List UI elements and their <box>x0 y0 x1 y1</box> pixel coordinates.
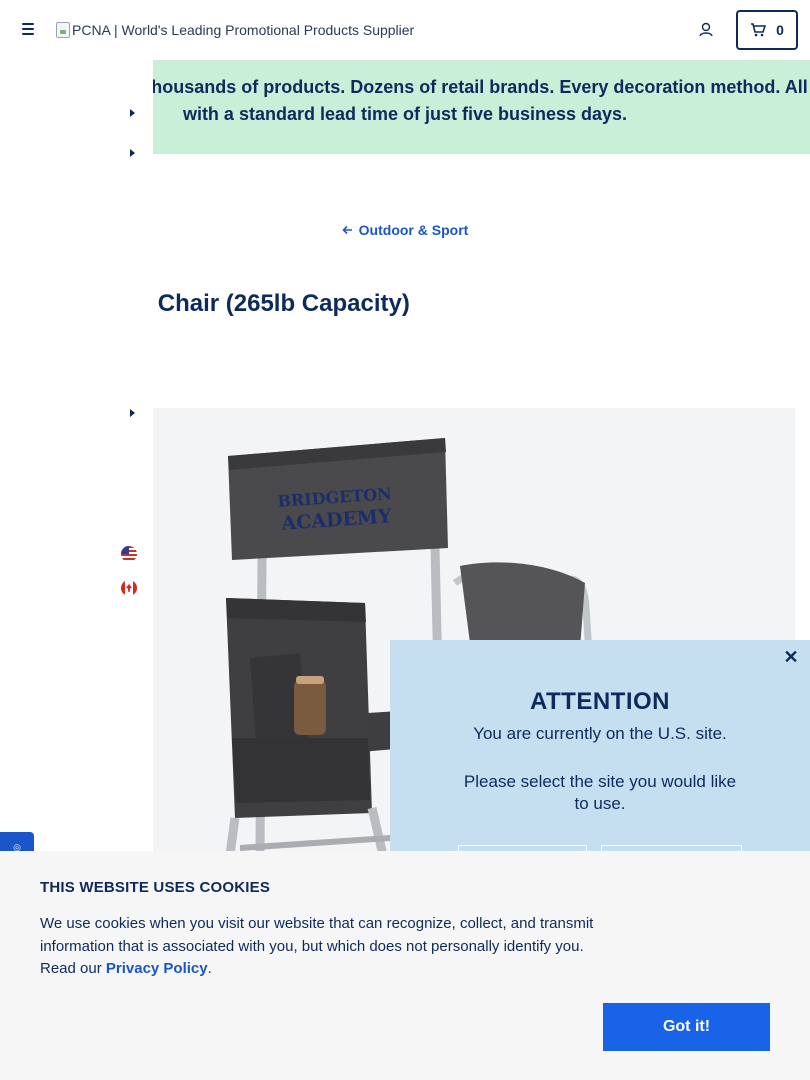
cookie-text-end: . <box>207 960 212 977</box>
cookie-text: We use cookies when you visit our websit… <box>40 913 610 981</box>
accept-cookies-button[interactable]: Got it! <box>603 1003 770 1051</box>
site-logo[interactable]: PCNA | World's Leading Promotional Produ… <box>56 20 414 40</box>
sidebar-expand-icon[interactable] <box>128 408 138 418</box>
arrow-left-icon <box>342 225 352 235</box>
back-link-label: Outdoor & Sport <box>358 222 469 238</box>
broken-image-icon <box>56 22 70 38</box>
site-header: PCNA | World's Leading Promotional Produ… <box>0 0 810 60</box>
modal-message: You are currently on the U.S. site. <box>473 724 727 743</box>
cart-count: 0 <box>776 22 784 38</box>
hamburger-menu-icon[interactable] <box>18 20 38 40</box>
modal-question: Please select the site you would like to… <box>463 772 737 813</box>
canada-flag-icon[interactable] <box>121 580 137 596</box>
sidebar-expand-icon[interactable] <box>128 148 138 158</box>
logo-alt-text: PCNA | World's Leading Promotional Produ… <box>72 22 415 38</box>
account-icon[interactable] <box>696 20 716 40</box>
privacy-policy-link[interactable]: Privacy Policy <box>106 960 208 977</box>
cart-icon <box>751 23 767 37</box>
sidebar-expand-icon[interactable] <box>128 108 138 118</box>
page: PCNA | World's Leading Promotional Produ… <box>0 0 810 1080</box>
modal-title: ATTENTION <box>529 688 671 715</box>
close-icon[interactable]: ✕ <box>782 648 800 666</box>
cookie-notice: THIS WEBSITE USES COOKIES We use cookies… <box>0 851 810 1080</box>
us-flag-icon[interactable] <box>121 546 137 562</box>
cookie-title: THIS WEBSITE USES COOKIES <box>40 879 271 896</box>
cart-button[interactable]: 0 <box>736 10 798 50</box>
